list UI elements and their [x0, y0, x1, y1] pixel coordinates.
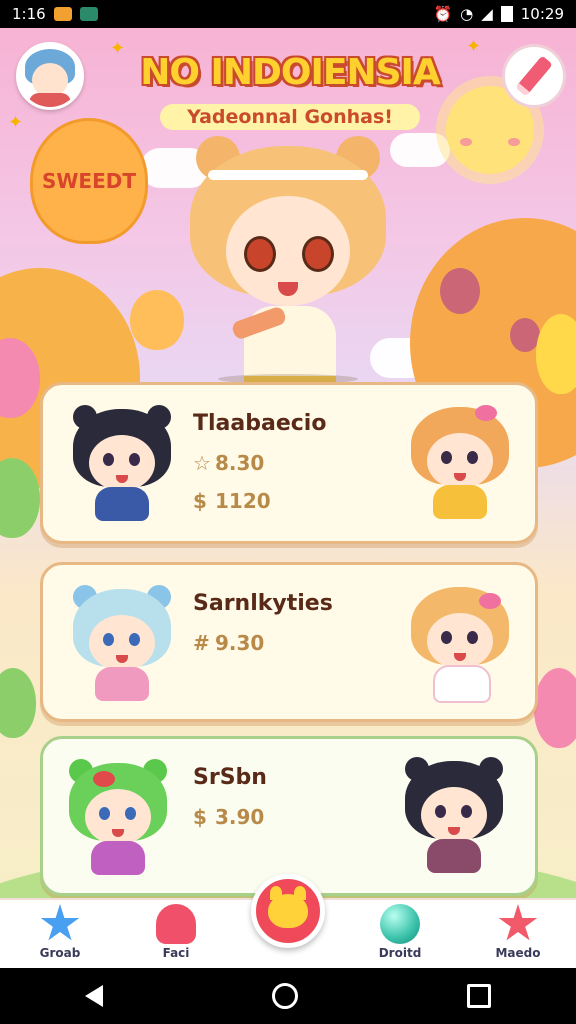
fruit-spot-decoration	[440, 268, 480, 314]
nav-label: Droitd	[378, 946, 422, 960]
card-name: SrSbn	[193, 765, 267, 790]
profile-avatar[interactable]	[16, 42, 84, 110]
bear-face-icon	[268, 886, 308, 928]
card-name: Tlaabaecio	[193, 411, 327, 436]
balloon-decoration	[130, 290, 184, 350]
character-portrait	[405, 403, 515, 523]
character-portrait	[405, 583, 515, 703]
heart-icon	[156, 904, 196, 944]
balloon-decoration	[536, 314, 576, 394]
page-subtitle: Yadeonnal Gonhas!	[160, 104, 420, 130]
character-card[interactable]: Sarnlkyties #9.30	[40, 562, 538, 722]
battery-icon	[500, 6, 513, 22]
edit-button[interactable]	[502, 44, 566, 108]
nav-item-faci[interactable]: Faci	[136, 904, 216, 960]
phone-screen: 1:16 ⏰ ◔ ◢ 10:29 ✦ ✦ ✦ SWEEDT NO INDOIEN…	[0, 0, 576, 1024]
nav-item-maedo[interactable]: Maedo	[478, 904, 558, 960]
page-title: NO INDOIENSIA	[140, 52, 441, 93]
notification-icon	[53, 7, 72, 21]
character-portrait	[399, 757, 509, 877]
sparkle-icon: ✦	[8, 112, 24, 133]
app-content: ✦ ✦ ✦ SWEEDT NO INDOIENSIA Yadeonnal Gon…	[0, 28, 576, 968]
character-card[interactable]: SrSbn $3.90	[40, 736, 538, 896]
card-stat: ☆ 8.30	[193, 451, 265, 475]
back-icon[interactable]	[84, 985, 103, 1007]
status-time-right: 10:29	[520, 5, 564, 23]
hero-character	[178, 136, 398, 390]
card-name: Sarnlkyties	[193, 591, 333, 616]
character-portrait	[67, 585, 177, 705]
cloud-decoration	[390, 133, 450, 167]
character-portrait	[63, 759, 173, 879]
card-stat: $3.90	[193, 805, 265, 829]
sparkle-icon: ✦	[466, 36, 482, 57]
nav-item-groab[interactable]: Groab	[20, 904, 100, 960]
system-navigation-bar	[0, 968, 576, 1024]
status-time-left: 1:16	[12, 5, 46, 23]
status-bar: 1:16 ⏰ ◔ ◢ 10:29	[0, 0, 576, 28]
sweet-balloon: SWEEDT	[30, 118, 148, 244]
nav-label: Faci	[162, 946, 190, 960]
balloon-decoration	[0, 668, 36, 738]
character-card[interactable]: Tlaabaecio ☆ 8.30 $1120	[40, 382, 538, 544]
star-icon	[40, 904, 80, 941]
wifi-icon: ◔	[460, 5, 474, 23]
pencil-icon	[515, 55, 553, 97]
nav-label: Groab	[39, 946, 81, 960]
balloon-label: SWEEDT	[41, 169, 137, 193]
home-fab-button[interactable]	[251, 874, 325, 948]
card-stat: $1120	[193, 489, 271, 513]
nav-item-droitd[interactable]: Droitd	[360, 904, 440, 960]
nav-label: Maedo	[495, 946, 541, 960]
signal-icon: ◢	[481, 5, 493, 23]
star-icon	[498, 904, 538, 941]
card-stat: #9.30	[193, 631, 265, 655]
character-portrait	[67, 405, 177, 525]
alarm-icon: ⏰	[433, 5, 453, 23]
home-icon[interactable]	[271, 983, 298, 1009]
balloon-decoration	[534, 668, 576, 748]
ball-icon	[380, 904, 420, 944]
recents-icon[interactable]	[467, 984, 492, 1008]
app-notification-icon	[79, 7, 98, 21]
